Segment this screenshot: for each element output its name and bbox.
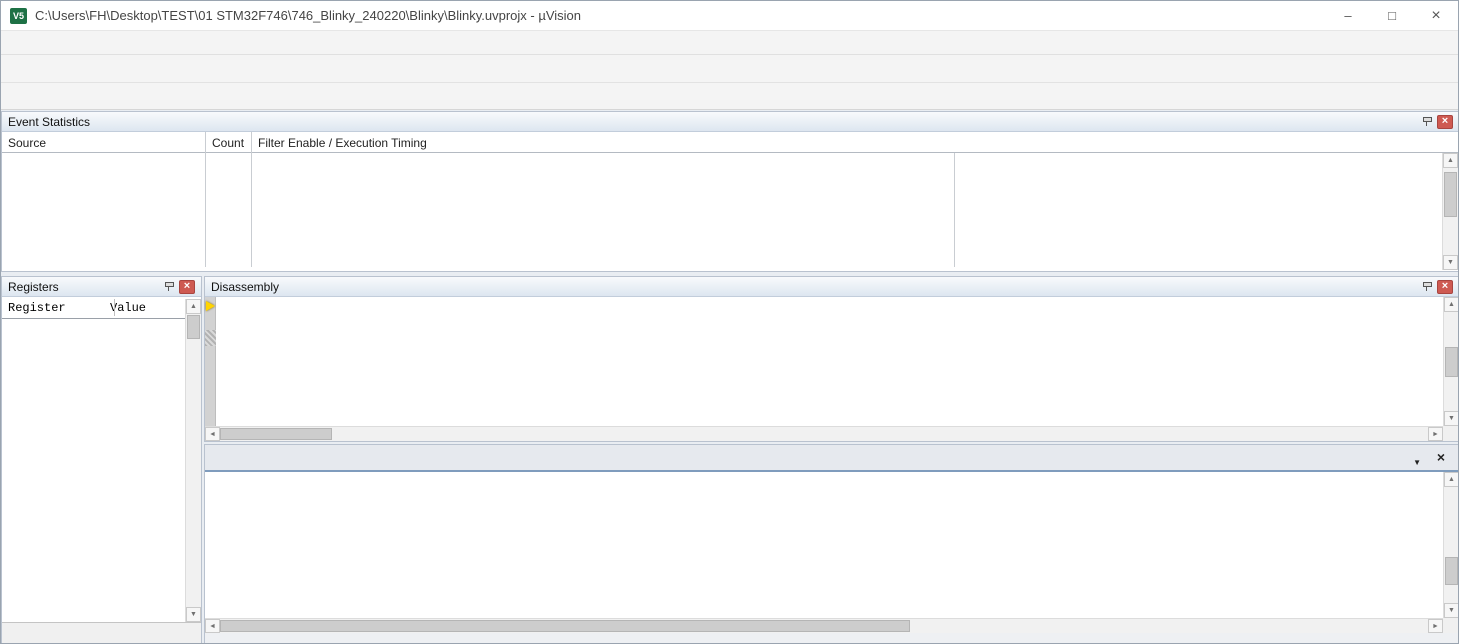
editor-hscrollbar[interactable] — [205, 618, 1443, 633]
scroll-down-icon[interactable] — [1444, 603, 1459, 618]
disassembly-vscrollbar[interactable] — [1443, 297, 1459, 426]
editor-panel — [204, 444, 1459, 644]
minimize-button[interactable] — [1326, 1, 1370, 30]
editor-vscrollbar[interactable] — [1443, 472, 1459, 618]
close-panel-icon[interactable] — [1437, 115, 1453, 129]
event-statistics-rows — [2, 153, 1442, 271]
scroll-down-icon[interactable] — [1443, 255, 1458, 270]
pin-icon[interactable] — [1422, 281, 1432, 292]
editor-bottom-strip — [205, 633, 1459, 644]
scro ll-left-icon[interactable] — [205, 619, 220, 633]
uvision-window: V5 C:\Users\FH\Desktop\TEST\01 STM32F746… — [0, 0, 1459, 644]
close-panel-icon[interactable] — [179, 280, 195, 294]
column-register[interactable]: Register — [2, 301, 110, 315]
registers-header: Register Value — [2, 297, 185, 319]
current-instruction-arrow-icon — [206, 301, 215, 311]
disassembly-gutter[interactable] — [205, 297, 216, 426]
scrollbar-corner — [1443, 618, 1459, 633]
menu-bar — [1, 31, 1458, 55]
scroll-left-icon[interactable] — [205, 427, 220, 441]
pin-icon[interactable] — [1422, 116, 1432, 127]
event-statistics-vscrollbar[interactable] — [1442, 153, 1458, 270]
column-value[interactable]: Value — [110, 301, 146, 315]
maximize-button[interactable] — [1370, 1, 1414, 30]
scroll-up-icon[interactable] — [1444, 472, 1459, 487]
source-code-area[interactable] — [205, 472, 1443, 618]
scroll-right-icon[interactable] — [1428, 427, 1443, 441]
close-panel-icon[interactable] — [1437, 280, 1453, 294]
window-title: C:\Users\FH\Desktop\TEST\01 STM32F746\74… — [35, 8, 581, 23]
column-filter[interactable]: Filter Enable / Execution Timing — [258, 132, 427, 153]
registers-titlebar: Registers — [2, 277, 201, 297]
scroll-down-icon[interactable] — [186, 607, 201, 622]
scrollbar-thumb[interactable] — [1445, 557, 1458, 585]
scroll-right-icon[interactable] — [1428, 619, 1443, 633]
title-bar: V5 C:\Users\FH\Desktop\TEST\01 STM32F746… — [1, 1, 1458, 31]
event-statistics-titlebar: Event Statistics — [2, 112, 1459, 132]
registers-rows — [2, 319, 185, 622]
debug-toolbar — [1, 83, 1458, 110]
event-statistics-title: Event Statistics — [8, 115, 90, 129]
scrollbar-thumb[interactable] — [187, 315, 200, 339]
disassembly-title: Disassembly — [211, 280, 279, 294]
column-count[interactable]: Count — [212, 132, 244, 153]
workspace-tabs — [2, 622, 201, 644]
event-statistics-header: Source Count Filter Enable / Execution T… — [2, 132, 1459, 153]
scrollbar-thumb[interactable] — [220, 620, 910, 632]
disassembly-titlebar: Disassembly — [205, 277, 1459, 297]
scroll-up-icon[interactable] — [1443, 153, 1458, 168]
scrollbar-thumb[interactable] — [220, 428, 332, 440]
scrollbar-corner — [1443, 426, 1459, 441]
file-toolbar — [1, 55, 1458, 83]
event-statistics-panel: Event Statistics Source Count Filter Ena… — [1, 111, 1459, 272]
registers-vscrollbar[interactable] — [185, 299, 201, 622]
disassembly-hscrollbar[interactable] — [205, 426, 1443, 441]
disassembly-panel: Disassembly — [204, 276, 1459, 442]
registers-panel: Registers Register Value — [1, 276, 202, 644]
window-controls — [1326, 1, 1458, 30]
editor-tab-bar — [205, 445, 1459, 472]
close-document-icon[interactable] — [1437, 449, 1445, 467]
scroll-up-icon[interactable] — [186, 299, 201, 314]
registers-title: Registers — [8, 280, 59, 294]
tab-list-dropdown-icon[interactable] — [1413, 452, 1421, 470]
app-icon: V5 — [10, 8, 27, 24]
pin-icon[interactable] — [164, 281, 174, 292]
scroll-up-icon[interactable] — [1444, 297, 1459, 312]
close-button[interactable] — [1414, 1, 1458, 30]
scrollbar-thumb[interactable] — [1445, 347, 1458, 377]
scrollbar-thumb[interactable] — [1444, 172, 1457, 217]
disassembly-source-marker — [205, 330, 216, 346]
column-source[interactable]: Source — [8, 132, 46, 153]
scroll-down-icon[interactable] — [1444, 411, 1459, 426]
